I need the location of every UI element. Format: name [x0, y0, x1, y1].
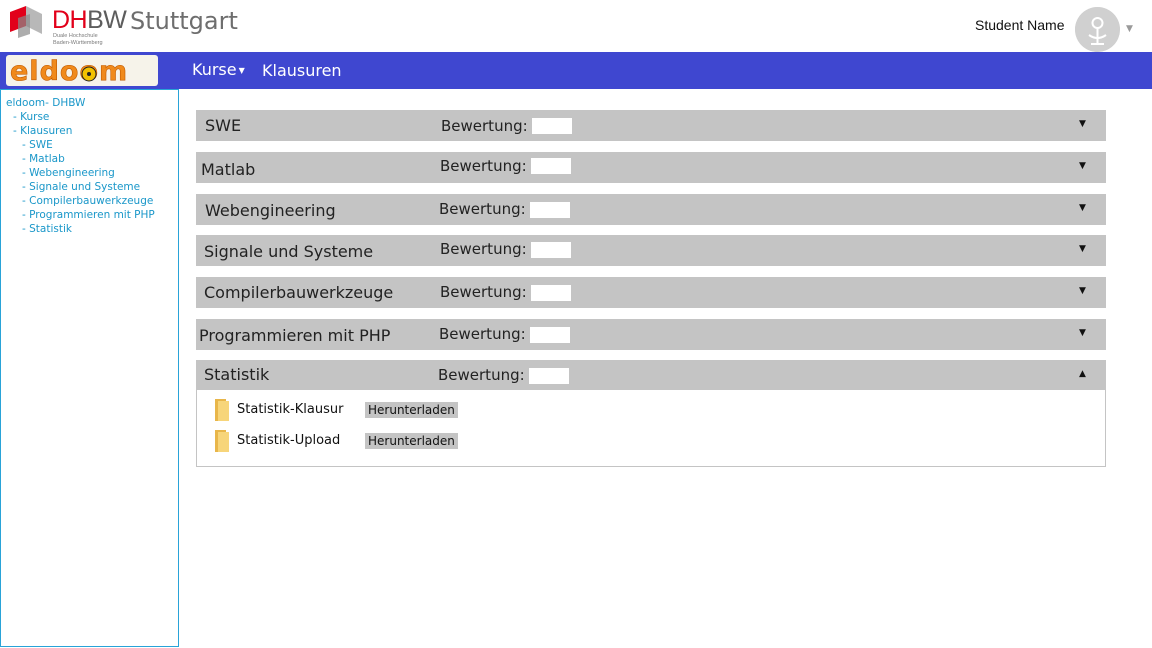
bewertung-field[interactable]: [530, 327, 570, 343]
bewertung-field[interactable]: [531, 242, 571, 258]
sidebar-item-swe[interactable]: - SWE: [6, 138, 155, 152]
course-title: Statistik: [204, 365, 270, 384]
course-title: Webengineering: [205, 201, 336, 220]
logo-bw: BW: [87, 6, 127, 34]
bewertung-field[interactable]: [531, 158, 571, 174]
sidebar-tree: eldoom- DHBW - Kurse - Klausuren - SWE -…: [0, 89, 179, 647]
caret-up-icon[interactable]: ▲: [1079, 369, 1086, 379]
nav-kurse-label: Kurse: [192, 60, 237, 79]
sidebar-item-signale[interactable]: - Signale und Systeme: [6, 180, 155, 194]
bewertung-field[interactable]: [530, 202, 570, 218]
course-panel-swe[interactable]: SWE Bewertung: ▼: [196, 110, 1106, 141]
sidebar-item-compilerbau[interactable]: - Compilerbauwerkzeuge: [6, 194, 155, 208]
chevron-down-icon: ▼: [238, 66, 245, 75]
sidebar-item-php[interactable]: - Programmieren mit PHP: [6, 208, 155, 222]
course-title: Matlab: [201, 160, 256, 179]
dhbw-wordmark: DHBW: [52, 6, 127, 35]
caret-down-icon[interactable]: ▼: [1079, 286, 1086, 296]
course-title: SWE: [205, 116, 242, 135]
bewertung-label: Bewertung:: [441, 117, 528, 135]
caret-down-icon[interactable]: ▼: [1079, 203, 1086, 213]
bewertung-field[interactable]: [529, 368, 569, 384]
dhbw-logo-icon: [10, 6, 42, 38]
file-name[interactable]: Statistik-Klausur: [237, 402, 343, 417]
download-button[interactable]: Herunterladen: [365, 402, 458, 418]
course-panel-webengineering[interactable]: Webengineering Bewertung: ▼: [196, 194, 1106, 225]
course-title: Signale und Systeme: [204, 242, 374, 261]
sidebar-item-statistik[interactable]: - Statistik: [6, 222, 155, 236]
course-panel-signale[interactable]: Signale und Systeme Bewertung: ▼: [196, 235, 1106, 266]
eldoom-brand-logo[interactable]: eldoom: [6, 55, 158, 86]
nav-kurse-dropdown[interactable]: Kurse ▼: [192, 60, 245, 79]
logo-dh: DH: [52, 6, 88, 34]
download-button[interactable]: Herunterladen: [365, 433, 458, 449]
course-panel-statistik[interactable]: Statistik Bewertung: ▲: [196, 360, 1106, 391]
sidebar-item-matlab[interactable]: - Matlab: [6, 152, 155, 166]
caret-down-icon[interactable]: ▼: [1079, 328, 1086, 338]
course-title: Compilerbauwerkzeuge: [204, 283, 394, 302]
bewertung-field[interactable]: [531, 285, 571, 301]
brand-text: eldoom: [10, 56, 128, 86]
bewertung-field[interactable]: [532, 118, 572, 134]
sidebar-item-klausuren[interactable]: - Klausuren: [6, 124, 155, 138]
user-avatar-icon[interactable]: [1075, 7, 1120, 52]
folder-icon: [215, 430, 229, 452]
bewertung-label: Bewertung:: [438, 366, 525, 384]
course-panel-compilerbau[interactable]: Compilerbauwerkzeuge Bewertung: ▼: [196, 277, 1106, 308]
sidebar-item-webengineering[interactable]: - Webengineering: [6, 166, 155, 180]
logo-sub-line-1: Duale Hochschule: [53, 33, 98, 39]
folder-icon: [215, 399, 229, 421]
caret-down-icon[interactable]: ▼: [1079, 119, 1086, 129]
main-navbar: eldoom: [0, 52, 1152, 89]
logo-sub-line-2: Baden-Württemberg: [53, 39, 103, 46]
course-title: Programmieren mit PHP: [199, 326, 391, 345]
nav-klausuren-link[interactable]: Klausuren: [262, 61, 342, 80]
course-panel-php[interactable]: Programmieren mit PHP Bewertung: ▼: [196, 319, 1106, 350]
bewertung-label: Bewertung:: [440, 283, 527, 301]
course-panel-statistik-body: Statistik-Klausur Herunterladen Statisti…: [196, 390, 1106, 467]
bewertung-label: Bewertung:: [440, 240, 527, 258]
sidebar-root[interactable]: eldoom- DHBW: [6, 96, 155, 110]
page-header: DHBW Duale Hochschule Baden-Württemberg …: [0, 0, 1152, 52]
logo-city: Stuttgart: [130, 7, 238, 35]
user-menu-caret-icon[interactable]: ▼: [1126, 24, 1133, 34]
caret-down-icon[interactable]: ▼: [1079, 244, 1086, 254]
file-name[interactable]: Statistik-Upload: [237, 433, 340, 448]
bewertung-label: Bewertung:: [440, 157, 527, 175]
bewertung-label: Bewertung:: [439, 200, 526, 218]
course-panel-matlab[interactable]: Matlab Bewertung: ▼: [196, 152, 1106, 183]
caret-down-icon[interactable]: ▼: [1079, 161, 1086, 171]
sidebar-item-kurse[interactable]: - Kurse: [6, 110, 155, 124]
bewertung-label: Bewertung:: [439, 325, 526, 343]
user-name[interactable]: Student Name: [975, 17, 1065, 33]
logo-subtitle: Duale Hochschule Baden-Württemberg: [53, 33, 103, 46]
